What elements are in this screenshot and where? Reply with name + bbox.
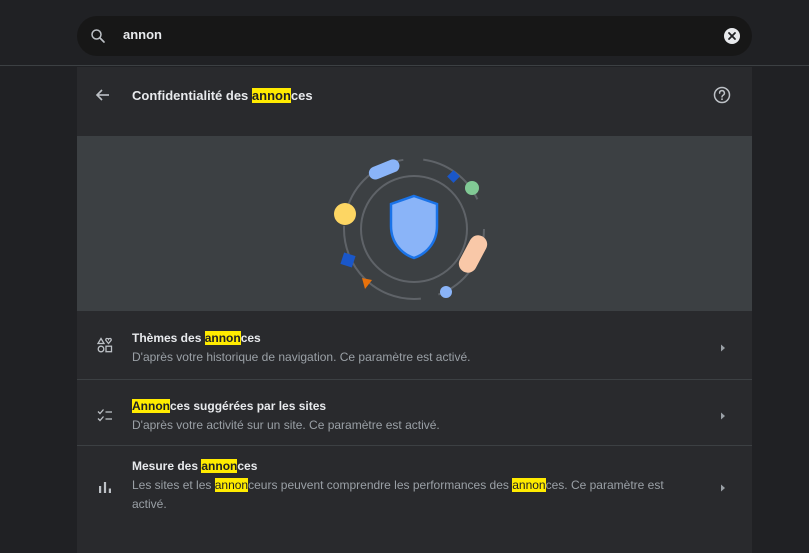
search-highlight: annon	[512, 478, 546, 492]
page-title: Confidentialité des annonces	[132, 88, 313, 103]
top-toolbar: annon	[0, 0, 809, 66]
settings-card: Confidentialité des annonces Thèmes des …	[77, 67, 752, 553]
bar-chart-icon	[99, 482, 111, 493]
row-title: Annonces suggérées par les sites	[132, 399, 327, 413]
row-title: Thèmes des annonces	[132, 331, 261, 345]
ad-topics-row[interactable]: Thèmes des annonces D'après votre histor…	[77, 311, 752, 380]
search-icon	[91, 29, 105, 43]
back-arrow-icon[interactable]	[94, 86, 112, 104]
left-margin	[0, 67, 77, 553]
clear-search-icon[interactable]	[724, 28, 740, 44]
search-highlight: annon	[201, 459, 238, 473]
chevron-right-icon	[721, 344, 725, 352]
row-description: D'après votre activité sur un site. Ce p…	[132, 418, 440, 432]
site-suggested-ads-row[interactable]: Annonces suggérées par les sites D'après…	[77, 380, 752, 446]
card-header: Confidentialité des annonces	[77, 67, 752, 135]
right-margin	[752, 67, 809, 553]
chevron-right-icon	[721, 484, 725, 492]
search-highlight: annon	[204, 331, 241, 345]
ad-measurement-row[interactable]: Mesure des annonces Les sites et les ann…	[77, 446, 752, 536]
search-highlight: annon	[251, 88, 291, 103]
chevron-right-icon	[721, 412, 725, 420]
privacy-shield-illustration	[334, 158, 488, 300]
search-input[interactable]: annon	[123, 27, 162, 42]
row-description: D'après votre historique de navigation. …	[132, 350, 471, 364]
search-box[interactable]: annon	[77, 16, 752, 56]
search-highlight: annon	[214, 478, 249, 492]
row-description: Les sites et les annonceurs peuvent comp…	[132, 478, 664, 511]
checklist-icon	[97, 409, 112, 422]
help-icon[interactable]	[712, 85, 732, 105]
search-highlight: Annon	[132, 399, 170, 413]
row-title: Mesure des annonces	[132, 459, 258, 473]
topics-icon	[97, 337, 113, 353]
privacy-illustration-banner	[77, 136, 752, 311]
